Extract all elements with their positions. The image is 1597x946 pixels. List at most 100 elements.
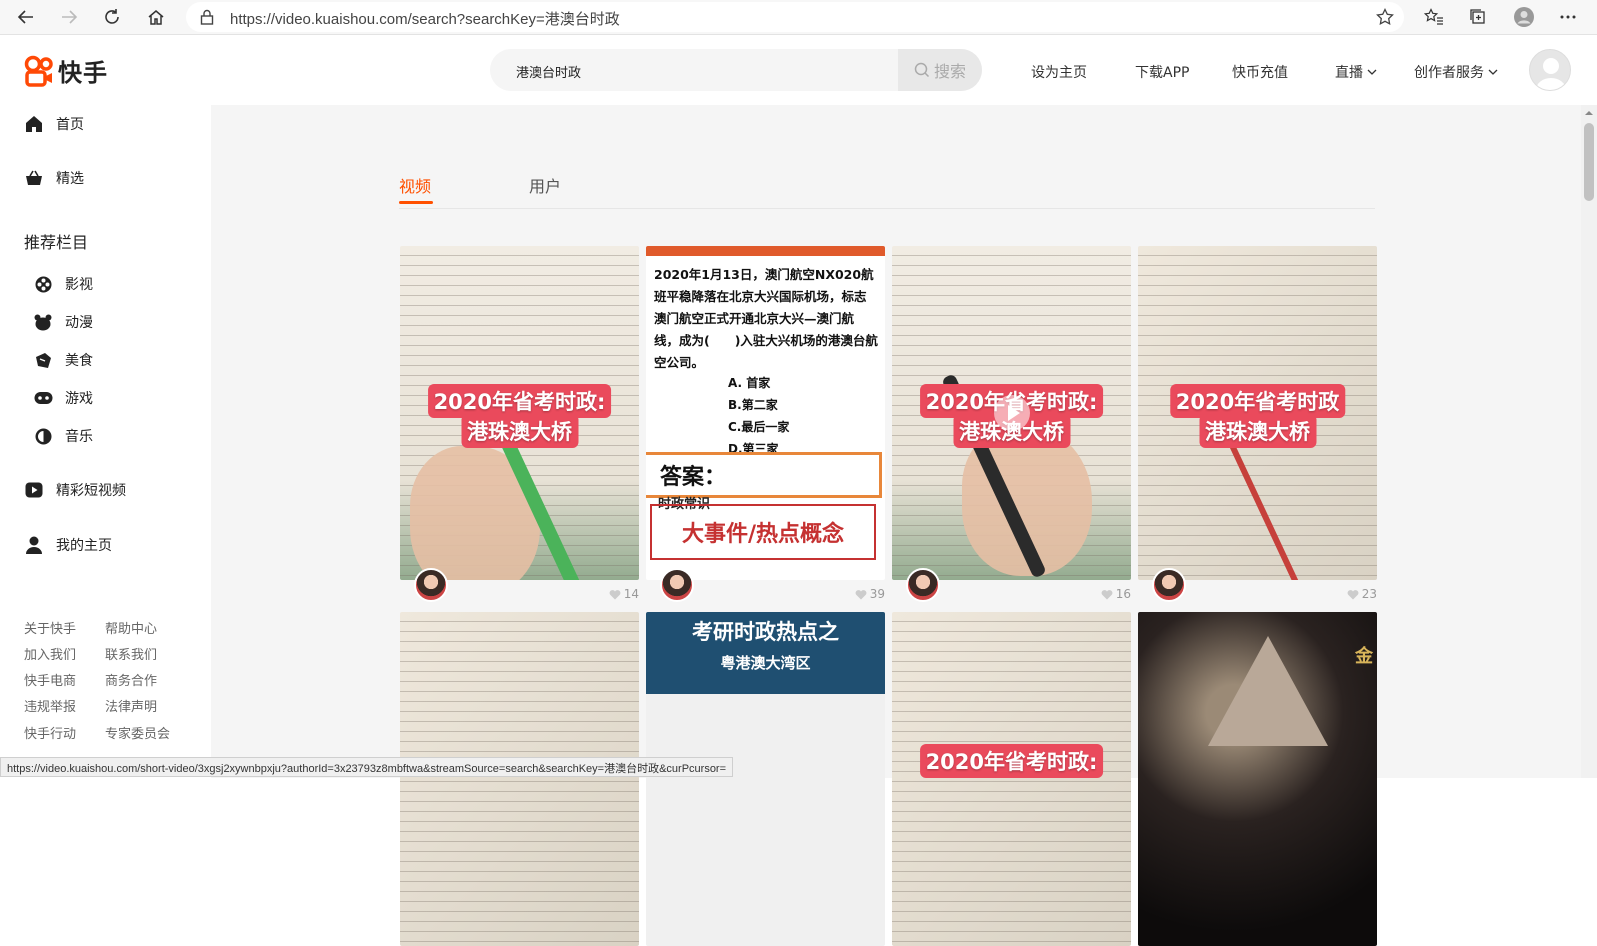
footer-link[interactable]: 关于快手	[24, 618, 76, 637]
footer-link[interactable]: 加入我们	[24, 644, 76, 663]
tab-videos[interactable]: 视频	[399, 173, 431, 197]
video-caption-line1: 2020年省考时政:	[427, 384, 612, 418]
nav-live[interactable]: 直播	[1335, 62, 1377, 82]
author-avatar[interactable]	[1152, 568, 1186, 602]
sidebar-item-label: 首页	[56, 117, 84, 133]
quiz-image: 2020年1月13日，澳门航空NX020航班平稳降落在北京大兴国际机场，标志澳门…	[646, 246, 885, 580]
video-thumbnail[interactable]: 2020年省考时政: 港珠澳大桥	[892, 246, 1131, 580]
like-count-value: 23	[1361, 587, 1377, 601]
quiz-banner: 大事件/热点概念	[650, 504, 876, 560]
sidebar-item-featured[interactable]: 精选	[24, 168, 84, 188]
refresh-icon[interactable]	[98, 3, 126, 31]
sidebar-item-label: 影视	[65, 277, 93, 293]
video-thumbnail[interactable]: 2020年省考时政: 港珠澳大桥	[400, 246, 639, 580]
home-browser-icon[interactable]	[142, 3, 170, 31]
video-caption-line1: 2020年省考时政	[1169, 384, 1346, 418]
search-icon	[914, 62, 930, 78]
sidebar: 首页 精选 推荐栏目 影视 动漫 美食 游戏 音乐 精彩短视频 我的主页 关于快…	[0, 105, 211, 778]
video-thumbnail[interactable]	[400, 612, 639, 946]
nav-label: 下载APP	[1135, 65, 1190, 81]
author-avatar[interactable]	[660, 568, 694, 602]
sidebar-item-label: 我的主页	[56, 538, 112, 554]
nav-set-homepage[interactable]: 设为主页	[1031, 62, 1087, 82]
collections-icon[interactable]	[1464, 3, 1492, 31]
sidebar-item-home[interactable]: 首页	[24, 114, 84, 134]
browser-toolbar: https://video.kuaishou.com/search?search…	[0, 0, 1597, 35]
back-icon[interactable]	[12, 3, 40, 31]
sidebar-item-anime[interactable]: 动漫	[33, 312, 93, 332]
film-reel-icon	[33, 274, 53, 294]
sidebar-item-label: 精彩短视频	[56, 483, 126, 499]
result-tabs: 视频 用户	[399, 163, 1375, 209]
video-card[interactable]: 考研时政热点之 粤港澳大湾区	[646, 612, 885, 946]
chevron-down-icon	[1367, 69, 1377, 75]
footer-link[interactable]: 联系我们	[105, 644, 157, 663]
video-meta: 23	[1138, 568, 1377, 610]
video-card[interactable]: 2020年省考时政: 港珠澳大桥 14	[400, 246, 639, 610]
sidebar-item-music[interactable]: 音乐	[33, 426, 93, 446]
nav-label: 创作者服务	[1414, 65, 1484, 81]
sidebar-item-short-videos[interactable]: 精彩短视频	[24, 480, 126, 500]
more-menu-icon[interactable]	[1554, 3, 1582, 31]
kuaishou-logo[interactable]: 快手	[24, 53, 108, 88]
sidebar-item-label: 音乐	[65, 429, 93, 445]
author-avatar[interactable]	[906, 568, 940, 602]
sidebar-item-games[interactable]: 游戏	[33, 388, 93, 408]
footer-link[interactable]: 快手行动	[24, 723, 76, 742]
user-icon	[24, 535, 44, 555]
search-box: 搜索	[490, 49, 982, 91]
footer-link[interactable]: 法律声明	[105, 696, 157, 715]
video-meta: 14	[400, 568, 639, 610]
video-card[interactable]: 2020年1月13日，澳门航空NX020航班平稳降落在北京大兴国际机场，标志澳门…	[646, 246, 885, 610]
heart-icon	[855, 589, 867, 599]
kuaishou-logo-icon	[24, 55, 53, 87]
video-thumbnail[interactable]: 2020年省考时政:	[892, 612, 1131, 946]
footer-link[interactable]: 违规举报	[24, 696, 76, 715]
sidebar-item-food[interactable]: 美食	[33, 350, 93, 370]
sidebar-item-label: 精选	[56, 171, 84, 187]
footer-link[interactable]: 快手电商	[24, 670, 76, 689]
logo-text: 快手	[58, 59, 108, 87]
video-card[interactable]: 2020年省考时政:	[892, 612, 1131, 946]
video-caption-line2: 港珠澳大桥	[461, 414, 578, 448]
footer-link[interactable]: 专家委员会	[105, 723, 170, 742]
author-avatar[interactable]	[414, 568, 448, 602]
scroll-up-arrow-icon[interactable]	[1581, 107, 1597, 119]
video-thumbnail[interactable]: 2020年省考时政 港珠澳大桥	[1138, 246, 1377, 580]
heart-icon	[1347, 589, 1359, 599]
video-thumbnail[interactable]: 考研时政热点之 粤港澳大湾区	[646, 612, 885, 946]
sidebar-item-my-page[interactable]: 我的主页	[24, 535, 112, 555]
vertical-scrollbar[interactable]	[1581, 105, 1597, 778]
book-page-image	[400, 612, 639, 946]
video-card[interactable]	[400, 612, 639, 946]
video-thumbnail[interactable]: 金	[1138, 612, 1377, 946]
lock-icon	[200, 9, 214, 29]
play-icon[interactable]	[993, 395, 1030, 431]
address-bar[interactable]: https://video.kuaishou.com/search?search…	[186, 2, 1404, 32]
nav-recharge[interactable]: 快币充值	[1232, 62, 1288, 82]
tab-users[interactable]: 用户	[529, 173, 561, 197]
sidebar-item-film[interactable]: 影视	[33, 274, 93, 294]
like-count-value: 16	[1115, 587, 1131, 601]
bear-icon	[33, 312, 53, 332]
url-text: https://video.kuaishou.com/search?search…	[230, 11, 620, 28]
nav-download-app[interactable]: 下载APP	[1135, 62, 1189, 82]
footer-link[interactable]: 商务合作	[105, 670, 157, 689]
scrollbar-thumb[interactable]	[1584, 123, 1594, 201]
nav-creator-services[interactable]: 创作者服务	[1414, 62, 1498, 82]
video-card[interactable]: 金	[1138, 612, 1377, 946]
search-input[interactable]	[514, 49, 878, 91]
search-button[interactable]: 搜索	[898, 49, 982, 91]
quiz-option: B.第二家	[728, 398, 778, 412]
user-avatar[interactable]	[1529, 49, 1571, 91]
video-thumbnail[interactable]: 2020年1月13日，澳门航空NX020航班平稳降落在北京大兴国际机场，标志澳门…	[646, 246, 885, 580]
video-card[interactable]: 2020年省考时政 港珠澳大桥 23	[1138, 246, 1377, 610]
favorite-star-icon[interactable]	[1376, 7, 1394, 30]
footer-link[interactable]: 帮助中心	[105, 618, 157, 637]
profile-avatar-icon[interactable]	[1510, 3, 1538, 31]
video-card[interactable]: 2020年省考时政: 港珠澳大桥 16	[892, 246, 1131, 610]
book-page-image	[892, 612, 1131, 946]
stage-image: 金	[1138, 612, 1377, 946]
forward-icon[interactable]	[55, 3, 83, 31]
favorites-list-icon[interactable]	[1420, 3, 1448, 31]
